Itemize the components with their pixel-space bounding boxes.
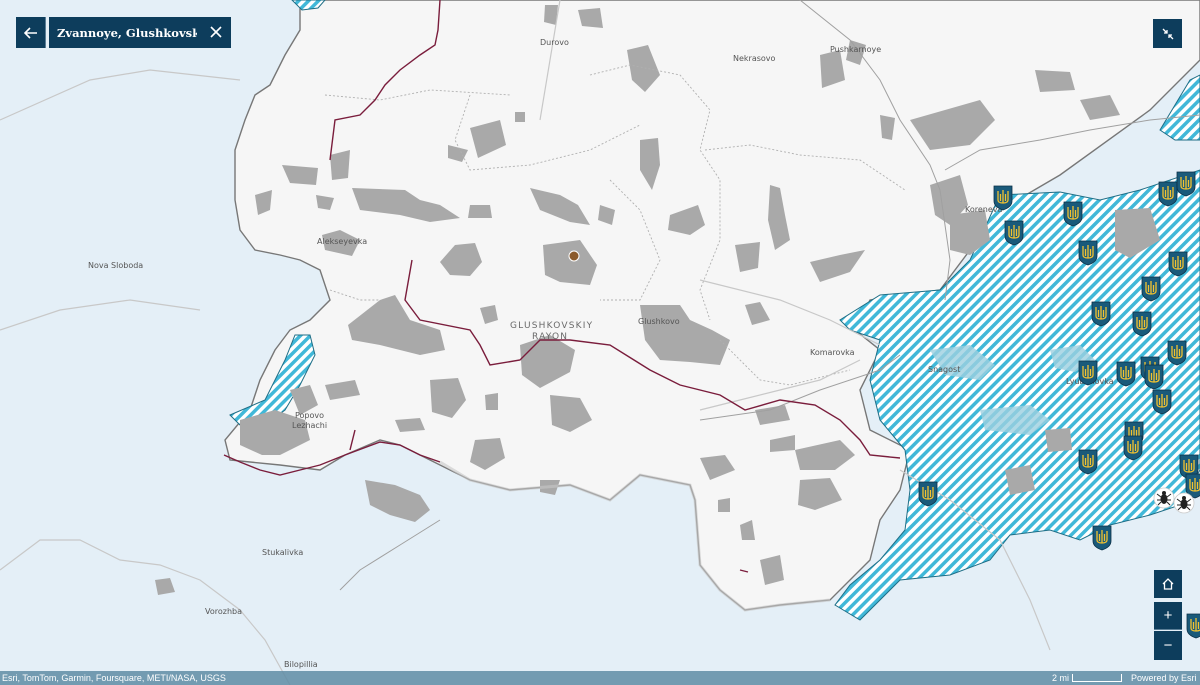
attribution-text[interactable]: Esri, TomTom, Garmin, Foursquare, METI/N… [2, 671, 226, 685]
collapse-button[interactable] [1153, 19, 1182, 48]
ukrainian-trident-icon[interactable] [1091, 301, 1111, 327]
label-pushkarnoye: Pushkarnoye [830, 45, 881, 54]
label-snagost: Snagost [928, 365, 960, 374]
ukrainian-trident-icon[interactable] [993, 185, 1013, 211]
close-icon[interactable] [209, 25, 223, 39]
search-input[interactable]: Zvannoye, Glushkovskiy r [49, 17, 231, 48]
attribution-bar: Esri, TomTom, Garmin, Foursquare, METI/N… [0, 671, 1200, 685]
label-vorozhba: Vorozhba [205, 607, 242, 616]
label-durovo: Durovo [540, 38, 569, 47]
ukrainian-trident-icon[interactable] [1063, 201, 1083, 227]
location-dot-icon[interactable] [568, 250, 580, 262]
zoom-in-label: + [1163, 607, 1173, 624]
ukrainian-trident-icon[interactable] [1141, 276, 1161, 302]
ukrainian-trident-icon[interactable] [1167, 340, 1187, 366]
label-nova-sloboda: Nova Sloboda [88, 261, 143, 270]
ukrainian-trident-icon[interactable] [1123, 435, 1143, 461]
label-glushkovo: Glushkovo [638, 317, 680, 326]
label-komarovka: Komarovka [810, 348, 855, 357]
ukrainian-trident-icon[interactable] [1176, 171, 1196, 197]
scale-label: 2 mi [1052, 673, 1070, 683]
ukrainian-trident-icon[interactable] [1116, 361, 1136, 387]
scale-bar [1072, 674, 1122, 682]
powered-by[interactable]: Powered by Esri [1131, 671, 1197, 685]
ukrainian-trident-icon[interactable] [1078, 449, 1098, 475]
map-canvas[interactable]: Durovo Pushkarnoye Nekrasovo Koreneva Al… [0, 0, 1200, 685]
home-button[interactable] [1154, 570, 1182, 598]
ukrainian-trident-icon[interactable] [1078, 360, 1098, 386]
insect-icon[interactable] [1153, 487, 1175, 509]
search-value: Zvannoye, Glushkovskiy r [57, 25, 197, 40]
back-button[interactable] [16, 17, 46, 48]
zoom-in-button[interactable]: + [1154, 602, 1182, 630]
ukrainian-trident-icon[interactable] [1158, 181, 1178, 207]
collapse-icon [1162, 28, 1173, 39]
label-popovo: Popovo [295, 411, 324, 420]
ukrainian-trident-icon[interactable] [1168, 251, 1188, 277]
label-nekrasovo: Nekrasovo [733, 54, 776, 63]
ukrainian-trident-icon[interactable] [1132, 311, 1152, 337]
home-icon [1162, 578, 1174, 590]
arrow-left-icon [23, 26, 37, 39]
label-lezhachi: Lezhachi [292, 421, 327, 430]
ukrainian-trident-icon[interactable] [1004, 220, 1024, 246]
zoom-out-button[interactable]: − [1154, 631, 1182, 660]
label-glushkovskiy: GLUSHKOVSKIY [510, 321, 593, 331]
insect-icon[interactable] [1173, 492, 1195, 514]
zoom-out-label: − [1163, 637, 1173, 654]
label-rayon: RAYON [532, 332, 568, 342]
ukrainian-trident-icon[interactable] [1092, 525, 1112, 551]
ukrainian-trident-icon[interactable] [1144, 364, 1164, 390]
label-stukalivka: Stukalivka [262, 548, 303, 557]
ukrainian-trident-icon[interactable] [1078, 240, 1098, 266]
ukrainian-trident-icon[interactable] [1152, 389, 1172, 415]
label-bilopillia: Bilopillia [284, 660, 318, 669]
label-alekseyevka: Alekseyevka [317, 237, 367, 246]
ukrainian-trident-icon[interactable] [918, 481, 938, 507]
ukrainian-trident-icon[interactable] [1186, 613, 1200, 639]
